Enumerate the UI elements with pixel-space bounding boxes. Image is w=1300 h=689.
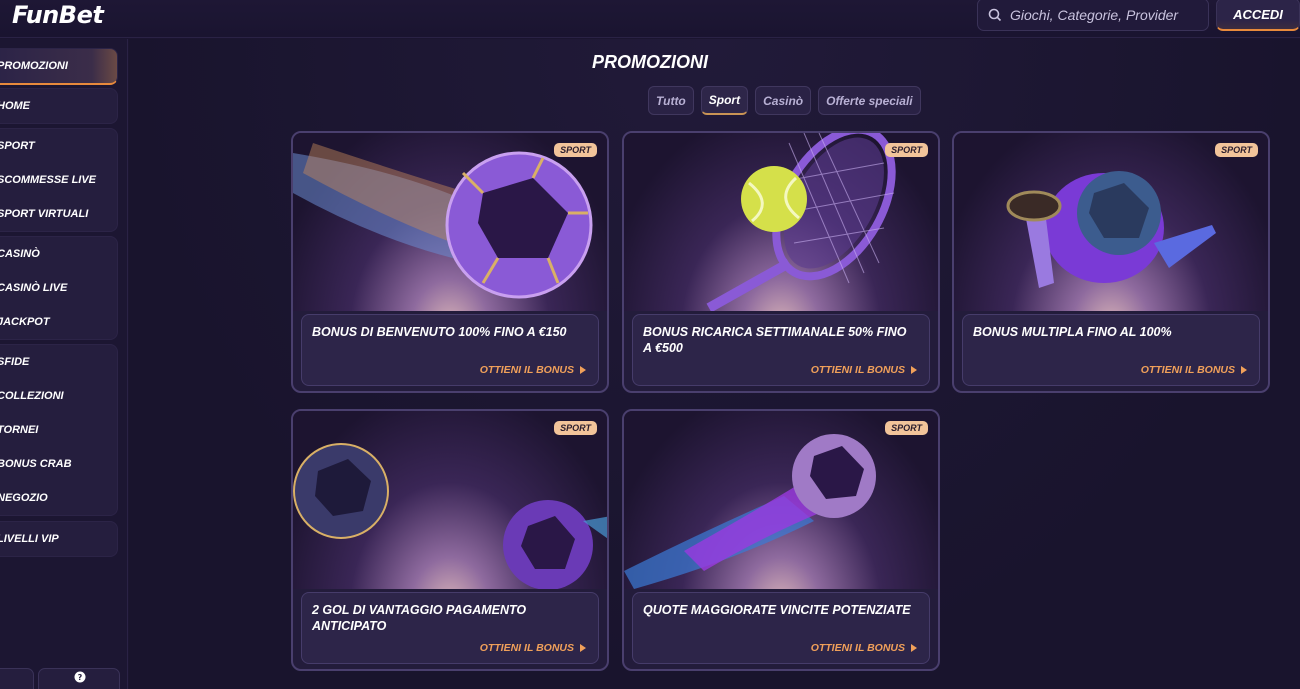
sidebar-item-sport[interactable]: SPORT [0,129,117,163]
get-bonus-label: OTTIENI IL BONUS [810,364,905,376]
sidebar-item-collezioni[interactable]: COLLEZIONI [0,379,117,413]
get-bonus-link[interactable]: OTTIENI IL BONUS [811,642,917,654]
promo-art-two-balls: SPORT [293,411,607,589]
get-bonus-link[interactable]: OTTIENI IL BONUS [811,364,917,376]
arrow-right-icon [1241,366,1247,374]
search-input[interactable] [1010,6,1200,23]
get-bonus-label: OTTIENI IL BONUS [1140,364,1235,376]
sidebar-item-jackpot[interactable]: JACKPOT [0,305,117,339]
help-icon: ? [74,671,86,683]
get-bonus-link[interactable]: OTTIENI IL BONUS [1141,364,1247,376]
tab-sport[interactable]: Sport [700,86,749,115]
promo-info: 2 GOL DI VANTAGGIO PAGAMENTO ANTICIPATO … [301,592,599,664]
get-bonus-label: OTTIENI IL BONUS [479,642,574,654]
filter-tabs: Tutto Sport Casinò Offerte speciali [648,86,921,115]
sidebar-item-sfide[interactable]: SFIDE [0,345,117,379]
promo-title: 2 GOL DI VANTAGGIO PAGAMENTO ANTICIPATO [312,603,527,633]
arrow-right-icon [580,366,586,374]
sport-badge: SPORT [1215,143,1258,157]
get-bonus-link[interactable]: OTTIENI IL BONUS [480,364,586,376]
sidebar-group-home: HOME [0,88,118,124]
tab-offerte-speciali[interactable]: Offerte speciali [818,86,921,115]
sport-badge: SPORT [885,421,928,435]
sidebar-item-tornei[interactable]: TORNEI [0,413,117,447]
search-box[interactable] [977,0,1209,31]
sidebar-item-negozio[interactable]: NEGOZIO [0,481,117,515]
promo-info: BONUS RICARICA SETTIMANALE 50% FINO A €5… [632,314,930,386]
promo-art-tennis: SPORT [624,133,938,311]
sidebar-item-home[interactable]: HOME [0,89,117,123]
sidebar-item-livelli-vip[interactable]: LIVELLI VIP [0,522,117,556]
sidebar-item-casino[interactable]: CASINÒ [0,237,117,271]
login-button[interactable]: ACCEDI [1216,0,1300,31]
sport-badge: SPORT [554,421,597,435]
promo-title: QUOTE MAGGIORATE VINCITE POTENZIATE [643,603,911,617]
logo[interactable]: FunBet [12,1,104,29]
promo-card[interactable]: SPORT QUOTE MAGGIORATE VINCITE POTENZIAT… [622,409,940,671]
promo-info: QUOTE MAGGIORATE VINCITE POTENZIATE OTTI… [632,592,930,664]
search-icon [988,8,1002,21]
sidebar-bottom-button-left[interactable] [0,668,34,689]
help-button[interactable]: ? [38,668,120,689]
svg-text:?: ? [78,673,83,682]
page-title: PROMOZIONI [592,52,708,72]
tab-tutto[interactable]: Tutto [648,86,694,115]
promo-info: BONUS MULTIPLA FINO AL 100% OTTIENI IL B… [962,314,1260,386]
promo-art-soccer-ball: SPORT [293,133,607,311]
sidebar-item-sport-virtuali[interactable]: SPORT VIRTUALI [0,197,117,231]
promo-card[interactable]: SPORT BONUS RICARICA SETTIMANALE 50% FIN… [622,131,940,393]
promo-title: BONUS MULTIPLA FINO AL 100% [973,325,1172,339]
get-bonus-label: OTTIENI IL BONUS [810,642,905,654]
promo-card[interactable]: SPORT BONUS DI BENVENUTO 100% FINO A €15… [291,131,609,393]
sidebar-group-sport: SPORT SCOMMESSE LIVE SPORT VIRTUALI [0,128,118,232]
get-bonus-link[interactable]: OTTIENI IL BONUS [480,642,586,654]
sidebar-group-vip: LIVELLI VIP [0,521,118,557]
sport-badge: SPORT [885,143,928,157]
arrow-right-icon [580,644,586,652]
promo-title: BONUS RICARICA SETTIMANALE 50% FINO A €5… [643,325,907,355]
promo-art-trumpet: SPORT [954,133,1268,311]
sidebar-item-casino-live[interactable]: CASINÒ LIVE [0,271,117,305]
sidebar-item-bonus-crab[interactable]: BONUS CRAB [0,447,117,481]
sidebar-item-scommesse-live[interactable]: SCOMMESSE LIVE [0,163,117,197]
arrow-right-icon [911,644,917,652]
top-bar: FunBet ACCEDI [0,0,1300,38]
sidebar-group-casino: CASINÒ CASINÒ LIVE JACKPOT [0,236,118,340]
promo-card[interactable]: SPORT BONUS MULTIPLA FINO AL 100% OTTIEN… [952,131,1270,393]
sidebar-group-extras: SFIDE COLLEZIONI TORNEI BONUS CRAB NEGOZ… [0,344,118,516]
arrow-right-icon [911,366,917,374]
promo-card[interactable]: SPORT 2 GOL DI VANTAGGIO PAGAMENTO ANTIC… [291,409,609,671]
tab-casino[interactable]: Casinò [755,86,812,115]
promo-info: BONUS DI BENVENUTO 100% FINO A €150 OTTI… [301,314,599,386]
sport-badge: SPORT [554,143,597,157]
promo-art-ball-trail: SPORT [624,411,938,589]
promo-title: BONUS DI BENVENUTO 100% FINO A €150 [312,325,567,339]
get-bonus-label: OTTIENI IL BONUS [479,364,574,376]
